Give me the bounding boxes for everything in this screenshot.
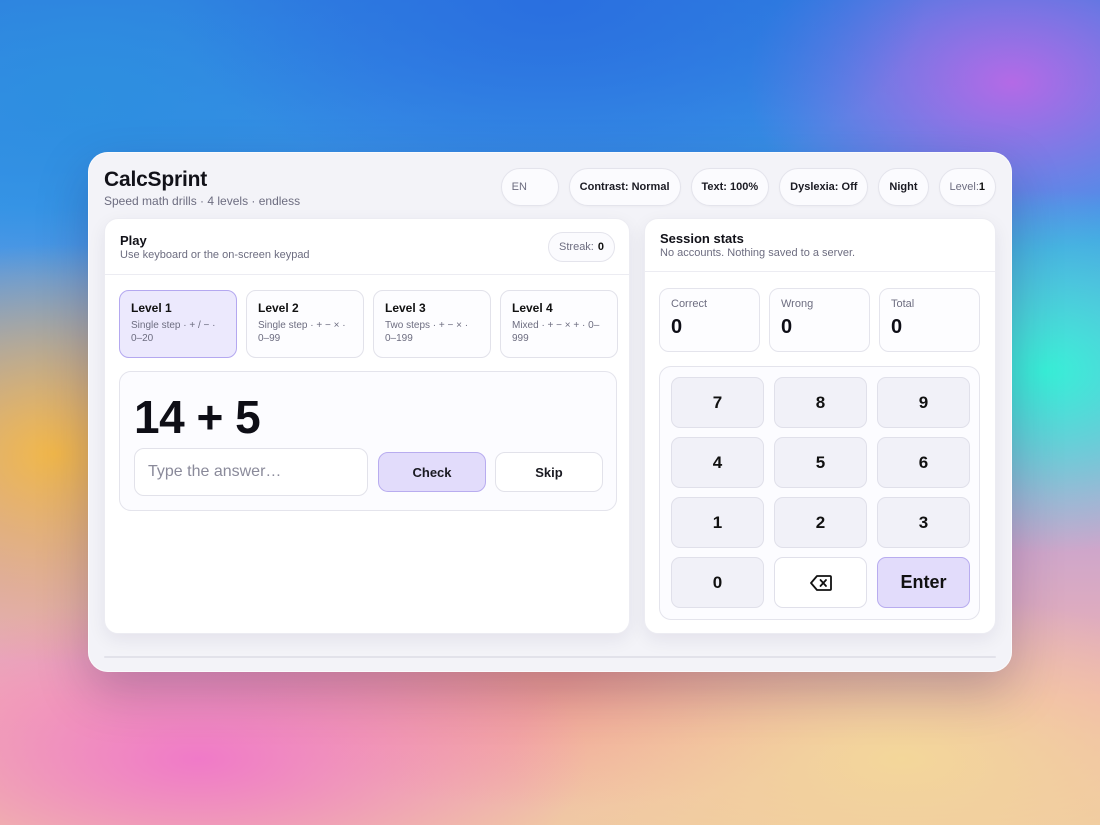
app-window: CalcSprint Speed math drills · 4 levels … xyxy=(88,152,1012,672)
wrong-label: Wrong xyxy=(781,298,814,310)
text-size-toggle[interactable]: Text: 100% xyxy=(690,168,770,206)
total-stat: Total 0 xyxy=(879,288,980,352)
stats-subtitle: No accounts. Nothing saved to a server. xyxy=(660,247,856,259)
level-name: Level 2 xyxy=(258,301,299,315)
level-indicator-value: 1 xyxy=(978,181,985,193)
key-2[interactable]: 2 xyxy=(774,497,867,548)
keypad: 7 8 9 4 5 6 1 2 3 0 Enter xyxy=(659,366,980,620)
wrong-value: 0 xyxy=(781,316,793,338)
level-description: Single step · + / − · 0–20 xyxy=(131,320,216,344)
contrast-toggle[interactable]: Contrast: Normal xyxy=(568,168,681,206)
level-name: Level 4 xyxy=(512,301,553,315)
play-header: Play Use keyboard or the on-screen keypa… xyxy=(105,219,629,275)
key-4[interactable]: 4 xyxy=(671,437,764,488)
correct-value: 0 xyxy=(671,316,683,338)
level-4-button[interactable]: Level 4 Mixed · + − × + · 0–999 xyxy=(500,290,618,358)
level-name: Level 1 xyxy=(131,301,172,315)
night-mode-toggle[interactable]: Night xyxy=(878,168,929,206)
play-title: Play xyxy=(120,233,147,248)
level-3-button[interactable]: Level 3 Two steps · + − × · 0–199 xyxy=(373,290,491,358)
enter-button[interactable]: Enter xyxy=(877,557,970,608)
play-panel: Play Use keyboard or the on-screen keypa… xyxy=(104,218,630,634)
problem-text: 14 + 5 xyxy=(134,391,261,443)
key-3[interactable]: 3 xyxy=(877,497,970,548)
level-description: Two steps · + − × · 0–199 xyxy=(385,320,469,344)
toolbar: EN Contrast: Normal Text: 100% Dyslexia:… xyxy=(500,168,996,206)
check-button[interactable]: Check xyxy=(378,452,486,492)
level-description: Mixed · + − × + · 0–999 xyxy=(512,320,600,344)
app-subtitle: Speed math drills · 4 levels · endless xyxy=(104,194,301,208)
key-1[interactable]: 1 xyxy=(671,497,764,548)
key-0[interactable]: 0 xyxy=(671,557,764,608)
key-7[interactable]: 7 xyxy=(671,377,764,428)
stats-title: Session stats xyxy=(660,231,744,246)
level-selector: Level 1 Single step · + / − · 0–20 Level… xyxy=(119,290,618,358)
level-2-button[interactable]: Level 2 Single step · + − × · 0–99 xyxy=(246,290,364,358)
backspace-button[interactable] xyxy=(774,557,867,608)
language-button[interactable]: EN xyxy=(500,168,559,206)
key-6[interactable]: 6 xyxy=(877,437,970,488)
total-label: Total xyxy=(891,298,915,310)
level-name: Level 3 xyxy=(385,301,426,315)
window-footer-divider xyxy=(104,656,996,658)
total-value: 0 xyxy=(891,316,903,338)
streak-label: Streak: xyxy=(559,241,594,253)
level-indicator: Level: 1 xyxy=(938,168,996,206)
stats-panel: Session stats No accounts. Nothing saved… xyxy=(644,218,996,634)
correct-label: Correct xyxy=(671,298,708,310)
streak-badge: Streak: 0 xyxy=(548,232,615,262)
level-indicator-label: Level: xyxy=(949,181,979,193)
key-5[interactable]: 5 xyxy=(774,437,867,488)
level-1-button[interactable]: Level 1 Single step · + / − · 0–20 xyxy=(119,290,237,358)
stat-row: Correct 0 Wrong 0 Total 0 xyxy=(659,288,980,352)
answer-input[interactable] xyxy=(134,448,368,496)
key-9[interactable]: 9 xyxy=(877,377,970,428)
dyslexia-toggle[interactable]: Dyslexia: Off xyxy=(779,168,869,206)
problem-area: 14 + 5 Check Skip xyxy=(119,371,617,511)
stats-header: Session stats No accounts. Nothing saved… xyxy=(645,219,995,272)
key-8[interactable]: 8 xyxy=(774,377,867,428)
skip-button[interactable]: Skip xyxy=(495,452,603,492)
backspace-icon xyxy=(809,574,832,591)
correct-stat: Correct 0 xyxy=(659,288,760,352)
wrong-stat: Wrong 0 xyxy=(769,288,870,352)
streak-value: 0 xyxy=(597,241,604,253)
play-subtitle: Use keyboard or the on-screen keypad xyxy=(120,249,310,261)
app-title: CalcSprint xyxy=(104,168,208,191)
level-description: Single step · + − × · 0–99 xyxy=(258,320,346,344)
